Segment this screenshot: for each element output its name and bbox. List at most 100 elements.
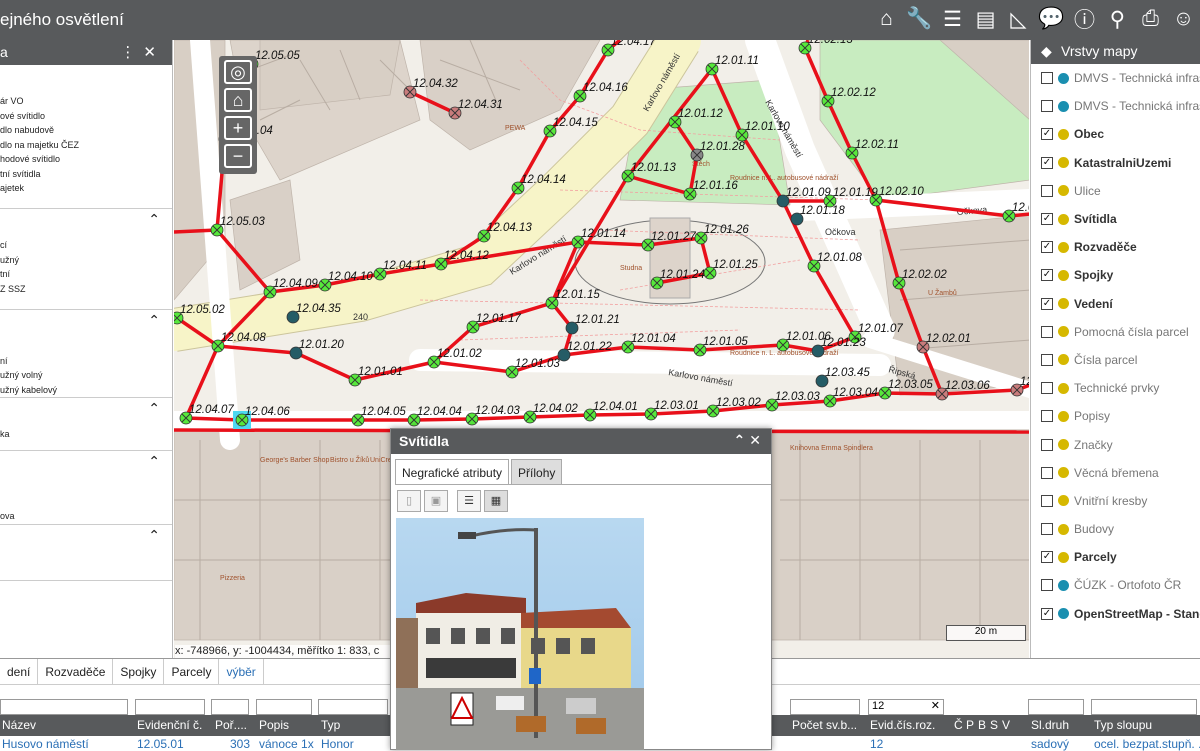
column-header[interactable]: Typ sloupu	[1094, 718, 1152, 732]
filter-input[interactable]	[1028, 699, 1084, 715]
save-icon[interactable]: ▣	[424, 490, 448, 512]
column-header[interactable]: B	[978, 718, 986, 732]
lamp-point[interactable]: 12.01.17	[466, 313, 521, 334]
layer-checkbox[interactable]	[1041, 382, 1053, 395]
lamp-point[interactable]: 12.03.45	[815, 367, 870, 388]
layer-item[interactable]: Pomocná čísla parcel	[1031, 318, 1200, 346]
grid-view-icon[interactable]: ▦	[484, 490, 508, 512]
evid-filter-input[interactable]: 12 ✕	[868, 699, 944, 715]
layer-item[interactable]: Ulice	[1031, 177, 1200, 205]
table-tab[interactable]: Parcely	[164, 659, 220, 684]
column-header[interactable]: Evidenční č.	[137, 718, 202, 732]
layer-item[interactable]: Čísla parcel	[1031, 346, 1200, 374]
layer-item[interactable]: Popisy	[1031, 402, 1200, 430]
lamp-point[interactable]: 12.01.20	[289, 339, 344, 360]
zoom-out-button[interactable]: −	[224, 144, 252, 168]
lamp-point[interactable]: 12.01.15	[545, 289, 600, 310]
locate-icon[interactable]: ◎	[224, 60, 252, 84]
layer-item[interactable]: DMVS - Technická infras	[1031, 92, 1200, 120]
collapse-icon[interactable]: ⌃	[148, 312, 160, 329]
filter-input[interactable]	[256, 699, 312, 715]
collapse-icon[interactable]: ⌃	[148, 527, 160, 544]
table-tab[interactable]: Rozvaděče	[38, 659, 114, 684]
layer-checkbox[interactable]	[1041, 438, 1053, 451]
column-header[interactable]: Počet sv.b...	[792, 718, 857, 732]
layer-checkbox[interactable]: ✓	[1041, 156, 1053, 169]
layer-item[interactable]: ✓ OpenStreetMap - Stand	[1031, 600, 1200, 628]
collapse-icon[interactable]: ⌃	[148, 453, 160, 470]
layer-item[interactable]: Budovy	[1031, 515, 1200, 543]
collapse-icon[interactable]: ⌃	[148, 400, 160, 417]
column-header[interactable]: Popis	[259, 718, 289, 732]
clear-filter-icon[interactable]: ✕	[931, 699, 940, 712]
power-line[interactable]	[217, 344, 356, 382]
layer-item[interactable]: ✓ Parcely	[1031, 543, 1200, 571]
table-tab[interactable]: výběr	[219, 659, 264, 684]
collapse-icon[interactable]: ⌃	[148, 211, 160, 228]
zoom-in-button[interactable]: +	[224, 116, 252, 140]
layer-item[interactable]: ✓ Spojky	[1031, 261, 1200, 289]
layer-checkbox[interactable]	[1041, 353, 1053, 366]
layer-item[interactable]: ✓ KatastralniUzemi	[1031, 149, 1200, 177]
layers-icon[interactable]: ☰	[938, 4, 967, 34]
filter-input[interactable]	[790, 699, 860, 715]
layer-checkbox[interactable]: ✓	[1041, 213, 1053, 226]
column-header[interactable]: Název	[2, 718, 36, 732]
document-icon[interactable]: ▯	[397, 490, 421, 512]
layer-item[interactable]: ✓ Obec	[1031, 120, 1200, 148]
layer-checkbox[interactable]	[1041, 184, 1053, 197]
filter-input[interactable]	[318, 699, 388, 715]
layer-checkbox[interactable]: ✓	[1041, 269, 1053, 282]
power-line[interactable]	[174, 228, 218, 234]
comment-icon[interactable]: 💬	[1037, 4, 1066, 34]
layer-item[interactable]: ✓ Rozvaděče	[1031, 233, 1200, 261]
wrench-icon[interactable]: 🔧	[905, 4, 934, 34]
user-icon[interactable]: ☺	[1169, 4, 1198, 34]
column-header[interactable]: Poř....	[215, 718, 247, 732]
layer-checkbox[interactable]: ✓	[1041, 297, 1053, 310]
list-icon[interactable]: ▤	[971, 4, 1000, 34]
layer-checkbox[interactable]	[1041, 523, 1053, 536]
home-icon[interactable]: ⌂	[872, 4, 901, 34]
lamp-point[interactable]: 12.01.01	[348, 366, 403, 387]
layer-checkbox[interactable]: ✓	[1041, 241, 1053, 254]
panel-controls[interactable]: ⋮✕	[120, 43, 164, 61]
layer-checkbox[interactable]	[1041, 100, 1053, 113]
column-header[interactable]: S	[990, 718, 998, 732]
print-icon[interactable]: ⎙	[1136, 4, 1165, 34]
filter-input[interactable]	[211, 699, 249, 715]
info-icon[interactable]: ⓘ	[1070, 4, 1099, 34]
filter-input[interactable]	[0, 699, 128, 715]
lamp-point[interactable]: 12.03.06	[935, 380, 990, 401]
filter-input[interactable]	[135, 699, 205, 715]
layer-checkbox[interactable]	[1041, 579, 1053, 592]
list-view-icon[interactable]: ☰	[457, 490, 481, 512]
layer-item[interactable]: Značky	[1031, 430, 1200, 458]
layer-checkbox[interactable]	[1041, 72, 1053, 85]
layer-item[interactable]: ✓ Vedení	[1031, 290, 1200, 318]
column-header[interactable]: Č	[954, 718, 963, 732]
attachment-photo[interactable]	[396, 518, 644, 750]
home-extent-icon[interactable]: ⌂	[224, 88, 252, 112]
layer-checkbox[interactable]	[1041, 466, 1053, 479]
search-icon[interactable]: ⚲	[1103, 4, 1132, 34]
layer-item[interactable]: Vnitřní kresby	[1031, 487, 1200, 515]
lamp-point[interactable]: 12.01.03	[505, 358, 560, 379]
popup-controls[interactable]: ⌃✕	[734, 432, 765, 449]
lamp-point[interactable]: 12.03.05	[878, 379, 933, 400]
layer-checkbox[interactable]: ✓	[1041, 551, 1053, 564]
column-header[interactable]: Sl.druh	[1031, 718, 1069, 732]
lamp-point[interactable]: 12.01.21	[565, 314, 620, 335]
table-tab[interactable]: Spojky	[113, 659, 165, 684]
column-header[interactable]: P	[966, 718, 974, 732]
layer-checkbox[interactable]	[1041, 410, 1053, 423]
filter-input[interactable]	[1091, 699, 1197, 715]
layer-item[interactable]: Věcná břemena	[1031, 459, 1200, 487]
layer-checkbox[interactable]: ✓	[1041, 607, 1053, 620]
lamp-point[interactable]: 12.01.11	[705, 55, 759, 76]
table-tab[interactable]: dení	[0, 659, 39, 684]
popup-tab[interactable]: Přílohy	[511, 459, 563, 484]
lamp-point[interactable]: 12.03.04	[823, 387, 878, 408]
column-header[interactable]: Evid.čís.roz.	[870, 718, 935, 732]
layer-item[interactable]: DMVS - Technická infras	[1031, 64, 1200, 92]
